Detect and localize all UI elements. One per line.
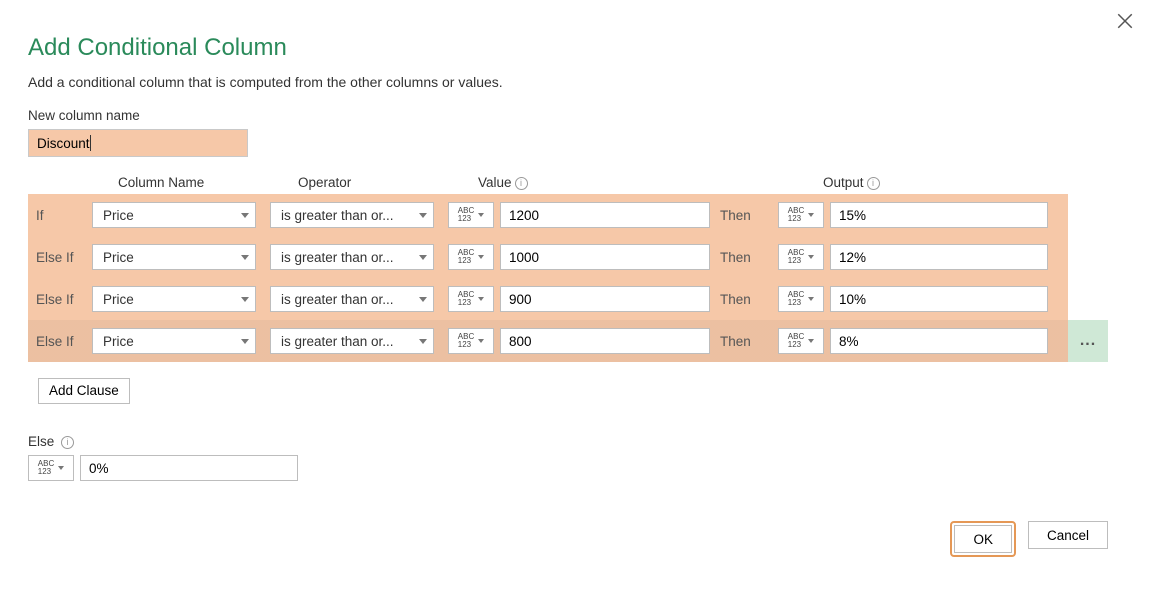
new-column-label: New column name [28, 108, 1128, 123]
else-value-input[interactable]: 0% [80, 455, 298, 481]
clause-row: If Price is greater than or... ABC123 12… [28, 194, 1068, 236]
chevron-down-icon [419, 213, 427, 218]
output-type-selector[interactable]: ABC123 [778, 244, 824, 270]
output-input[interactable]: 12% [830, 244, 1048, 270]
column-name-dropdown[interactable]: Price [92, 328, 256, 354]
then-label: Then [720, 250, 772, 265]
else-label: Else i [28, 434, 1128, 449]
output-input[interactable]: 8% [830, 328, 1048, 354]
clause-label: If [36, 208, 92, 223]
output-type-selector[interactable]: ABC123 [778, 328, 824, 354]
output-input[interactable]: 15% [830, 202, 1048, 228]
chevron-down-icon [478, 213, 484, 217]
page-subtitle: Add a conditional column that is compute… [28, 74, 1128, 90]
clause-label: Else If [36, 250, 92, 265]
value-input[interactable]: 1200 [500, 202, 710, 228]
value-type-selector[interactable]: ABC123 [448, 202, 494, 228]
chevron-down-icon [808, 255, 814, 259]
info-icon: i [515, 177, 528, 190]
chevron-down-icon [419, 255, 427, 260]
new-column-name-input[interactable]: Discount [28, 129, 248, 157]
clause-row: Else If Price is greater than or... ABC1… [28, 278, 1068, 320]
page-title: Add Conditional Column [28, 34, 1128, 62]
value-input[interactable]: 900 [500, 286, 710, 312]
chevron-down-icon [808, 213, 814, 217]
header-output: Outputi [823, 175, 1043, 190]
clause-headers: Column Name Operator Valuei Outputi [28, 175, 1068, 194]
value-type-selector[interactable]: ABC123 [448, 244, 494, 270]
value-input[interactable]: 1000 [500, 244, 710, 270]
chevron-down-icon [478, 255, 484, 259]
value-type-selector[interactable]: ABC123 [448, 286, 494, 312]
then-label: Then [720, 208, 772, 223]
output-input[interactable]: 10% [830, 286, 1048, 312]
cancel-button[interactable]: Cancel [1028, 521, 1108, 549]
operator-dropdown[interactable]: is greater than or... [270, 202, 434, 228]
chevron-down-icon [478, 339, 484, 343]
clause-label: Else If [36, 334, 92, 349]
chevron-down-icon [808, 339, 814, 343]
clause-row: Else If Price is greater than or... ABC1… [28, 320, 1068, 362]
clause-row: Else If Price is greater than or... ABC1… [28, 236, 1068, 278]
chevron-down-icon [241, 255, 249, 260]
chevron-down-icon [419, 339, 427, 344]
output-type-selector[interactable]: ABC123 [778, 202, 824, 228]
info-icon: i [867, 177, 880, 190]
chevron-down-icon [419, 297, 427, 302]
new-column-name-value: Discount [37, 136, 90, 151]
column-name-dropdown[interactable]: Price [92, 286, 256, 312]
clause-label: Else If [36, 292, 92, 307]
row-more-button[interactable]: ... [1068, 320, 1108, 362]
column-name-dropdown[interactable]: Price [92, 244, 256, 270]
header-value: Valuei [478, 175, 718, 190]
add-clause-button[interactable]: Add Clause [38, 378, 130, 404]
operator-dropdown[interactable]: is greater than or... [270, 286, 434, 312]
chevron-down-icon [808, 297, 814, 301]
chevron-down-icon [241, 297, 249, 302]
close-icon[interactable] [1116, 12, 1134, 30]
chevron-down-icon [478, 297, 484, 301]
header-operator: Operator [298, 175, 478, 190]
value-input[interactable]: 800 [500, 328, 710, 354]
clauses-block: If Price is greater than or... ABC123 12… [28, 194, 1068, 362]
operator-dropdown[interactable]: is greater than or... [270, 328, 434, 354]
then-label: Then [720, 292, 772, 307]
operator-dropdown[interactable]: is greater than or... [270, 244, 434, 270]
header-column-name: Column Name [118, 175, 298, 190]
ok-button[interactable]: OK [954, 525, 1012, 553]
info-icon: i [61, 436, 74, 449]
value-type-selector[interactable]: ABC123 [448, 328, 494, 354]
else-type-selector[interactable]: ABC123 [28, 455, 74, 481]
chevron-down-icon [58, 466, 64, 470]
chevron-down-icon [241, 213, 249, 218]
chevron-down-icon [241, 339, 249, 344]
column-name-dropdown[interactable]: Price [92, 202, 256, 228]
ok-button-highlight: OK [950, 521, 1016, 557]
then-label: Then [720, 334, 772, 349]
output-type-selector[interactable]: ABC123 [778, 286, 824, 312]
